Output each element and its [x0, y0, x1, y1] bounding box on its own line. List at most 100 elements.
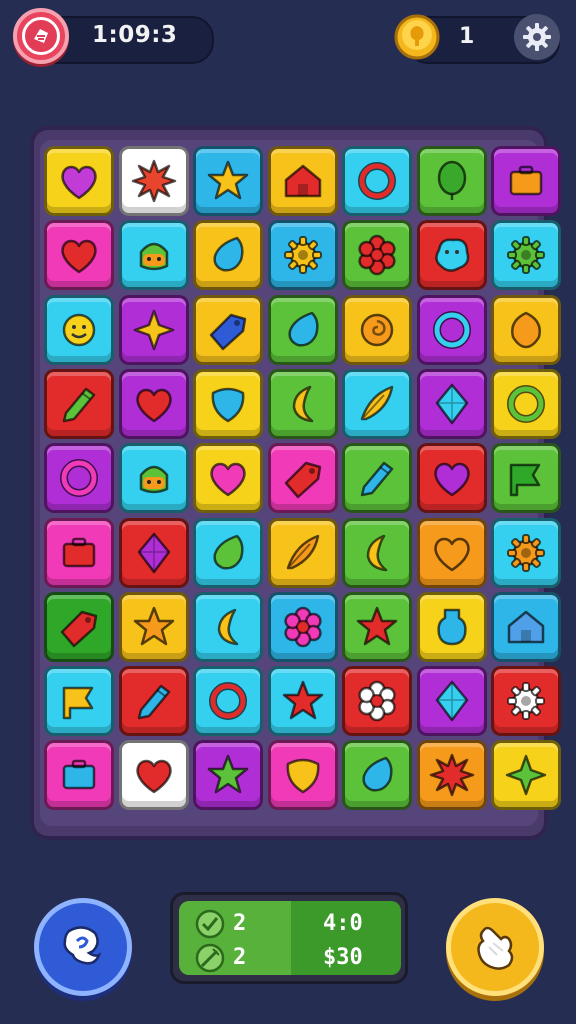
board-tile[interactable]: [491, 740, 561, 811]
board-tile[interactable]: [491, 368, 561, 439]
board-tile[interactable]: [491, 294, 561, 365]
pause-button[interactable]: [13, 8, 69, 64]
gear-icon: [523, 23, 551, 51]
board-tile[interactable]: [193, 146, 263, 216]
board-tile[interactable]: [342, 517, 412, 588]
board-tile[interactable]: [342, 591, 412, 662]
ring-icon: [60, 459, 98, 498]
board-tile[interactable]: [44, 517, 114, 588]
power-up-button[interactable]: [446, 898, 544, 996]
ring-icon: [432, 310, 471, 349]
board-tile[interactable]: [416, 294, 487, 365]
settings-button[interactable]: [514, 14, 560, 60]
board-tile[interactable]: [118, 146, 189, 216]
tag-icon: [209, 313, 247, 350]
bottle-icon: [436, 608, 467, 646]
board-tile[interactable]: [118, 220, 189, 291]
pencil-icon: [137, 684, 170, 720]
coin-icon: [394, 14, 440, 60]
stat-right-top: 4:0: [323, 911, 363, 936]
board-tile[interactable]: [44, 294, 114, 365]
board-tile[interactable]: [267, 740, 338, 811]
stat-left-bottom: 2: [233, 945, 247, 970]
board-tile[interactable]: [267, 368, 338, 439]
board-tile[interactable]: [416, 591, 487, 662]
board-tile[interactable]: [416, 517, 487, 588]
board-tile[interactable]: [193, 591, 263, 662]
board-tile[interactable]: [44, 591, 114, 662]
heart-icon: [135, 388, 172, 423]
board-tile[interactable]: [44, 146, 114, 216]
board-tile[interactable]: [118, 368, 189, 439]
board-tile[interactable]: [416, 740, 487, 811]
board-tile[interactable]: [416, 220, 487, 291]
board-tile[interactable]: [118, 666, 189, 737]
drop-icon: [287, 311, 319, 347]
star-icon: [356, 606, 398, 646]
board-tile[interactable]: [416, 146, 487, 216]
box-icon: [62, 537, 96, 567]
board-tile[interactable]: [342, 146, 412, 216]
board-tile[interactable]: [342, 294, 412, 365]
hand-icon: [477, 926, 514, 970]
board-tile[interactable]: [193, 740, 263, 811]
top-hud: 1:09:3 1: [0, 0, 576, 80]
board-tile[interactable]: [193, 368, 263, 439]
board-tile[interactable]: [267, 443, 338, 514]
board-tile[interactable]: [267, 591, 338, 662]
timer-text: 1:09:3: [92, 22, 178, 48]
board-tile[interactable]: [44, 740, 114, 811]
board-tile[interactable]: [342, 443, 412, 514]
board-tile[interactable]: [491, 443, 561, 514]
board-tile[interactable]: [342, 740, 412, 811]
board-tile[interactable]: [491, 220, 561, 291]
board-tile[interactable]: [267, 146, 338, 216]
board-tile[interactable]: [44, 220, 114, 291]
flag-icon: [509, 463, 541, 497]
moon-icon: [217, 608, 239, 646]
board-tile[interactable]: [491, 591, 561, 662]
board-tile[interactable]: [193, 666, 263, 737]
board-tile[interactable]: [118, 443, 189, 514]
board-tile[interactable]: [416, 443, 487, 514]
board-tile[interactable]: [491, 146, 561, 216]
hint-button[interactable]: [34, 898, 132, 996]
cross-icon: [133, 309, 174, 350]
flag-icon: [62, 686, 94, 720]
board-tile[interactable]: [416, 666, 487, 737]
stat-left-top: 2: [233, 911, 247, 936]
gear-icon: [507, 682, 545, 721]
board-tile[interactable]: [267, 294, 338, 365]
diamond-icon: [137, 532, 170, 573]
board-tile[interactable]: [44, 666, 114, 737]
board-tile[interactable]: [267, 517, 338, 588]
board-tile[interactable]: [193, 443, 263, 514]
leaf-icon: [511, 311, 541, 348]
ring-icon: [209, 682, 247, 721]
board-tile[interactable]: [267, 666, 338, 737]
smile-icon: [62, 313, 96, 346]
board-tile[interactable]: [118, 591, 189, 662]
board-tile[interactable]: [193, 294, 263, 365]
ring-icon: [507, 384, 545, 423]
heart-icon: [433, 462, 470, 497]
board-tile[interactable]: [44, 368, 114, 439]
board-tile[interactable]: [267, 220, 338, 291]
board-tile[interactable]: [416, 368, 487, 439]
box-icon: [62, 760, 96, 790]
board-tile[interactable]: [193, 220, 263, 291]
board-tile[interactable]: [342, 666, 412, 737]
board-tile[interactable]: [118, 517, 189, 588]
board-tile[interactable]: [491, 517, 561, 588]
board-tile[interactable]: [118, 294, 189, 365]
wand-badge-icon: [195, 943, 225, 973]
board-tile[interactable]: [44, 443, 114, 514]
board-tile[interactable]: [193, 517, 263, 588]
board-tile[interactable]: [342, 368, 412, 439]
board-tile[interactable]: [491, 666, 561, 737]
board-tile[interactable]: [342, 220, 412, 291]
check-badge-icon: [195, 909, 225, 939]
board-tile[interactable]: [118, 740, 189, 811]
cross-icon: [505, 755, 547, 796]
speech-bubble-icon: [63, 926, 102, 965]
